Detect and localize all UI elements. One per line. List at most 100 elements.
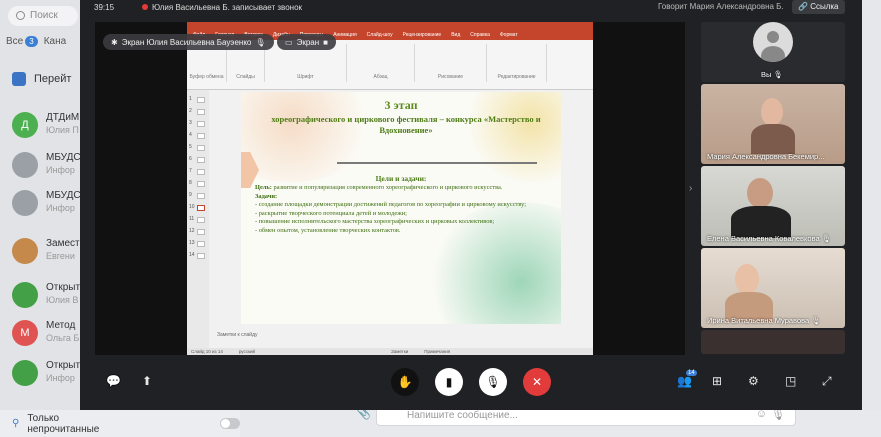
slide-number: 3 xyxy=(189,120,192,126)
chat-list-item[interactable]: М Метод Ольга Б xyxy=(12,320,80,360)
participant-tile-self[interactable]: Вы 🎙 xyxy=(701,22,845,82)
goal-text: развитие и популяризация современного хо… xyxy=(271,184,503,191)
slide-goals-heading: Цели и задачи: xyxy=(375,174,427,183)
chat-list-item[interactable]: МБУДС Инфор xyxy=(12,152,80,192)
chat-icon[interactable]: 💬 xyxy=(106,374,121,388)
participant-face xyxy=(747,178,773,208)
task-item: - раскрытие творческого потенциала детей… xyxy=(255,209,407,217)
recording-indicator: Юлия Васильевна Б. записывает звонок xyxy=(142,3,302,12)
comments-toggle[interactable]: Примечания xyxy=(424,349,450,354)
ribbon-group-label: Слайды xyxy=(236,74,255,80)
chat-preview: Замест Евгени xyxy=(46,238,80,262)
chat-list-item[interactable]: Д ДТДиМ Юлия П xyxy=(12,112,80,152)
chat-title: Замест xyxy=(46,238,80,249)
chat-preview: ДТДиМ Юлия П xyxy=(46,112,79,136)
participant-face xyxy=(735,264,759,294)
ppt-tab[interactable]: Анимация xyxy=(333,32,356,38)
goal-label: Цель: xyxy=(255,184,272,191)
slide-stage-title: 3 этап xyxy=(384,98,418,112)
chat-subtitle: Инфор xyxy=(46,203,75,213)
chevron-right-icon[interactable]: › xyxy=(689,183,692,194)
slide-thumbnail[interactable] xyxy=(197,217,205,223)
slide-thumbnail[interactable] xyxy=(197,193,205,199)
participant-tile[interactable]: Елена Васильевна Ковалевкова 🎙 xyxy=(701,166,845,246)
ribbon-group-label: Шрифт xyxy=(297,74,314,80)
unread-only-toggle[interactable] xyxy=(219,418,240,429)
share-screen-icon[interactable]: ⬆ xyxy=(142,374,152,388)
slide-thumbnail[interactable] xyxy=(197,205,205,211)
picture-in-picture-icon[interactable]: ◳ xyxy=(785,374,796,388)
slide-counter: Слайд 10 из 14 xyxy=(191,349,223,354)
camera-off-icon: ▮ xyxy=(445,375,453,389)
copy-link-button[interactable]: 🔗 Ссылка xyxy=(792,0,845,14)
current-slide: 3 этап хореографического и циркового фес… xyxy=(241,92,561,324)
ppt-tab[interactable]: Рецензирование xyxy=(403,32,442,38)
slide-notes[interactable]: Заметки к слайду xyxy=(209,327,593,347)
chat-subtitle: Инфор xyxy=(46,165,75,175)
slide-thumbnail[interactable] xyxy=(197,181,205,187)
participant-tile[interactable]: Ирина Витальевна Муравова 🎙 xyxy=(701,248,845,328)
chat-preview: Метод Ольга Б xyxy=(46,320,79,344)
ppt-tab[interactable]: Формат xyxy=(500,32,518,38)
camera-toggle-button[interactable]: ▮ xyxy=(435,368,463,396)
gear-icon[interactable]: ⚙ xyxy=(748,374,759,388)
slide-thumbnail[interactable] xyxy=(197,145,205,151)
slide-thumbnail[interactable] xyxy=(197,97,205,103)
chat-list-item[interactable]: Открыт Юлия В xyxy=(12,282,80,322)
link-icon: 🔗 xyxy=(798,2,811,11)
screen-chip-secondary[interactable]: ▭ Экран ■ xyxy=(277,34,336,50)
participant-tile[interactable] xyxy=(701,330,845,354)
goto-button[interactable]: Перейт xyxy=(12,72,71,86)
notes-toggle[interactable]: Заметки xyxy=(391,349,408,354)
right-panel-edge xyxy=(862,0,881,410)
participant-name: Вы 🎙 xyxy=(761,70,784,79)
slide-number: 6 xyxy=(189,156,192,162)
people-icon: 👥 xyxy=(677,374,692,388)
slide-thumbnail[interactable] xyxy=(197,253,205,259)
ppt-tab[interactable]: Вид xyxy=(451,32,460,38)
slide-thumbnail[interactable] xyxy=(197,157,205,163)
chat-title: Открыт xyxy=(46,282,80,293)
search-input[interactable]: Поиск xyxy=(8,6,78,26)
filter-all[interactable]: Все 3 xyxy=(6,36,38,47)
participant-tile[interactable]: Мария Александровна Бекемир... xyxy=(701,84,845,164)
slide-thumbnail[interactable] xyxy=(197,121,205,127)
slide-thumbnail[interactable] xyxy=(197,109,205,115)
goto-icon xyxy=(12,72,26,86)
mic-off-icon: 🎙 xyxy=(821,234,832,243)
ppt-tab[interactable]: Слайд-шоу xyxy=(367,32,393,38)
slide-thumbnail[interactable] xyxy=(197,229,205,235)
ribbon-group-label: Рисование xyxy=(437,74,464,80)
chat-list-item[interactable]: Открыт Инфор xyxy=(12,360,80,400)
screen-share-chip[interactable]: ✱ Экран Юлия Васильевна Бауэенко 🎙 xyxy=(103,34,274,50)
slide-thumbnail[interactable] xyxy=(197,241,205,247)
slide-festival-title: хореографического и циркового фестиваля … xyxy=(271,114,541,135)
raise-hand-button[interactable]: ✋ xyxy=(391,368,419,396)
participant-name: Ирина Витальевна Муравова 🎙 xyxy=(707,316,821,325)
grid-layout-icon[interactable]: ⊞ xyxy=(712,374,722,388)
chat-list-item[interactable]: Замест Евгени xyxy=(12,238,80,278)
fullscreen-icon[interactable]: ⤢ xyxy=(822,374,832,389)
chat-title: ДТДиМ xyxy=(46,112,80,123)
microphone-toggle-button[interactable]: 🎙 xyxy=(479,368,507,396)
slide-number: 13 xyxy=(189,240,195,246)
avatar xyxy=(12,360,38,386)
mic-off-icon: 🎙 xyxy=(811,316,821,325)
mic-off-icon: 🎙 xyxy=(485,375,501,389)
filter-all-badge: 3 xyxy=(25,36,38,47)
call-topbar: 39:15 Юлия Васильевна Б. записывает звон… xyxy=(80,0,862,14)
ribbon-group-label: Буфер обмена xyxy=(189,74,224,80)
avatar: М xyxy=(12,320,38,346)
chat-title: МБУДС xyxy=(46,152,80,163)
recording-text: Юлия Васильевна Б. записывает звонок xyxy=(152,2,303,12)
ppt-tab[interactable]: Справка xyxy=(470,32,490,38)
slide-thumbnail[interactable] xyxy=(197,133,205,139)
unread-only-toggle-row[interactable]: ⚲ Только непрочитанные xyxy=(0,410,240,437)
participants-button[interactable]: 👥 14 xyxy=(677,370,697,388)
slide-thumbnails: 1 2 3 4 5 6 7 8 9 10 11 12 13 14 xyxy=(187,90,209,348)
avatar xyxy=(12,190,38,216)
chat-list-item[interactable]: МБУДС Инфор xyxy=(12,190,80,230)
slide-thumbnail[interactable] xyxy=(197,169,205,175)
filter-channels[interactable]: Кана xyxy=(44,36,66,47)
hangup-button[interactable]: ✕ xyxy=(523,368,551,396)
